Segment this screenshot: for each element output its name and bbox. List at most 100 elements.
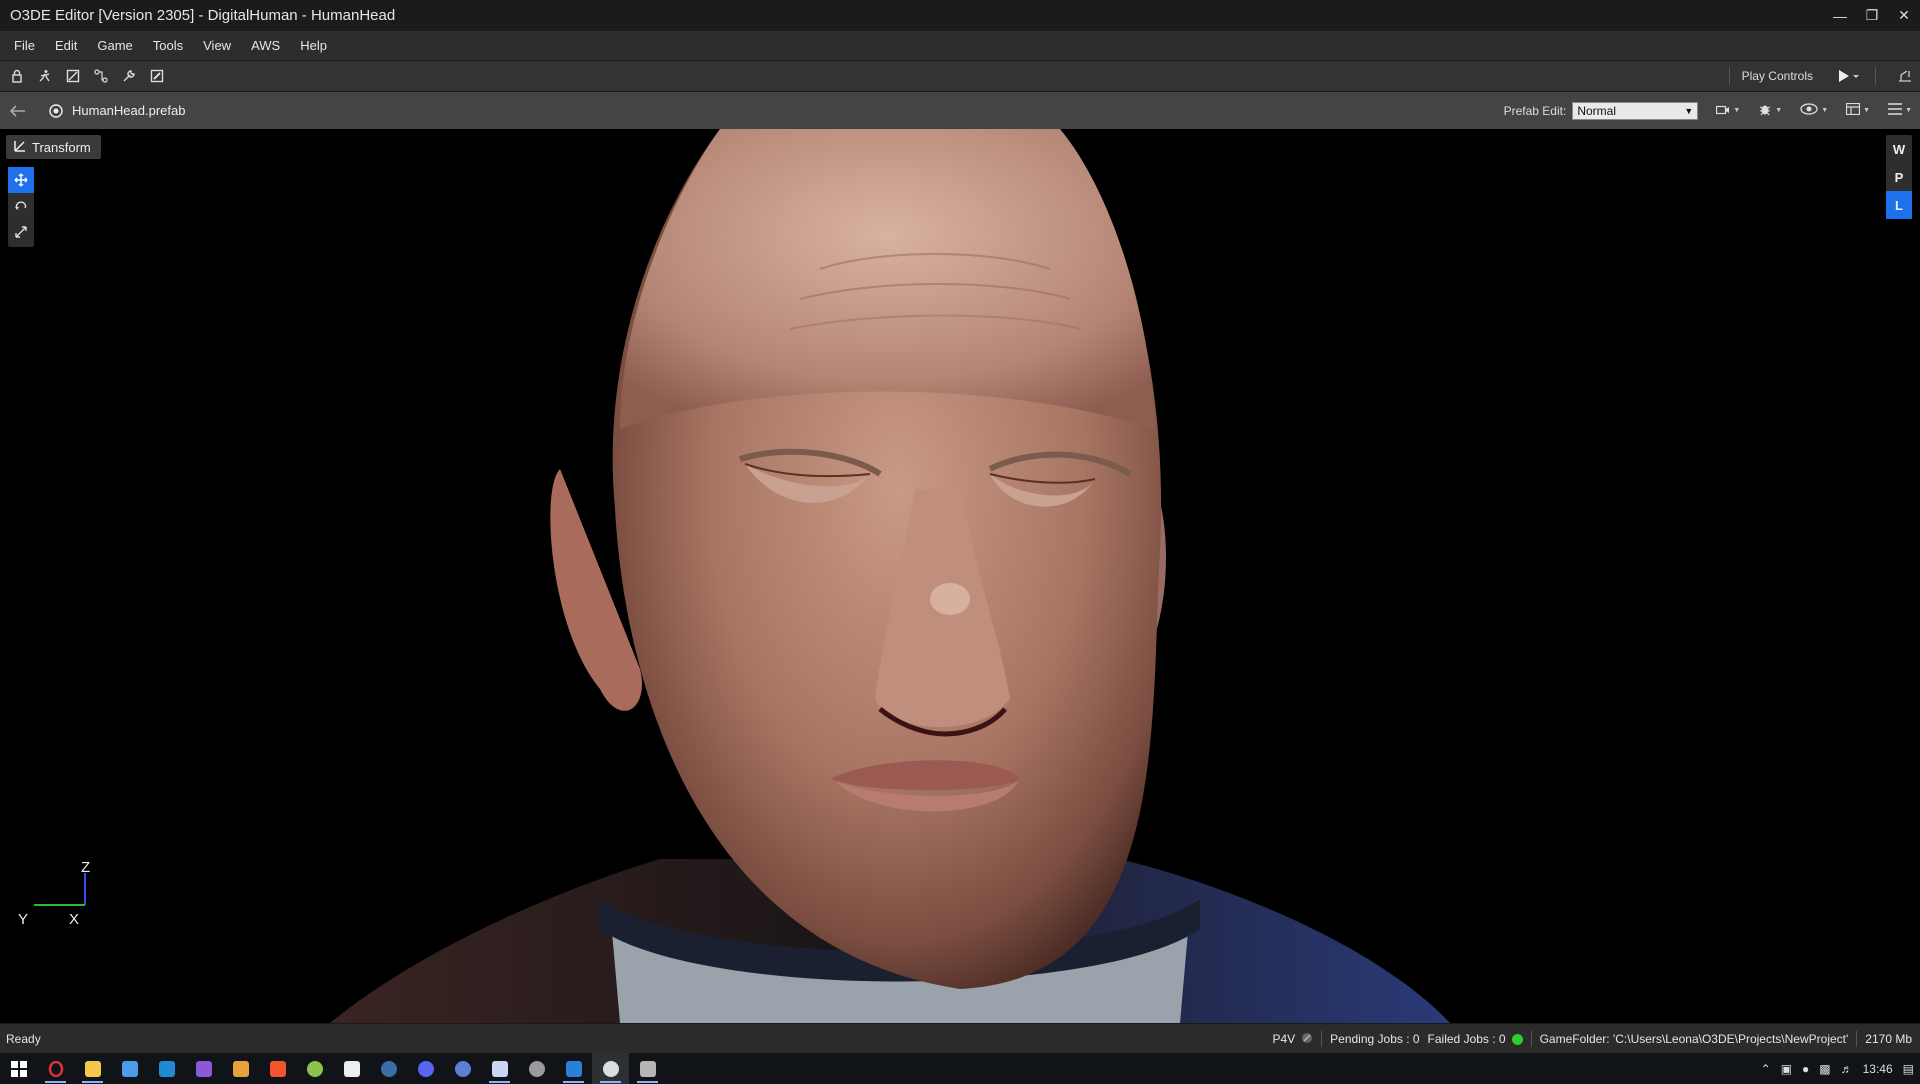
chevron-down-icon: ▼ xyxy=(1684,105,1694,116)
app-blue-icon[interactable] xyxy=(444,1053,481,1084)
status-ready: Ready xyxy=(6,1032,41,1046)
close-icon[interactable]: ✕ xyxy=(1888,0,1920,31)
p4v-label[interactable]: P4V xyxy=(1272,1032,1295,1046)
axis-gizmo: Z Y X xyxy=(14,859,104,931)
visual-studio-icon[interactable] xyxy=(185,1053,222,1084)
axis-y-label: Y xyxy=(18,911,29,928)
prefab-icon xyxy=(48,103,64,119)
human-head-render xyxy=(330,129,1450,1023)
play-controls-label: Play Controls xyxy=(1741,69,1813,83)
paint-icon[interactable] xyxy=(222,1053,259,1084)
move-tool-icon[interactable] xyxy=(8,167,34,193)
brave-icon[interactable] xyxy=(259,1053,296,1084)
visibility-options-button[interactable]: ▼ xyxy=(1800,103,1828,118)
app-green-icon[interactable] xyxy=(296,1053,333,1084)
eye-icon xyxy=(1800,103,1818,118)
menu-tools[interactable]: Tools xyxy=(153,38,183,53)
chevron-down-icon: ▼ xyxy=(1733,107,1741,114)
prefab-edit-value: Normal xyxy=(1577,103,1616,118)
menu-aws[interactable]: AWS xyxy=(251,38,280,53)
status-divider xyxy=(1530,1031,1532,1047)
vscode-icon[interactable] xyxy=(555,1053,592,1084)
failed-jobs: Failed Jobs : 0 xyxy=(1427,1032,1506,1046)
prefab-edit-label: Prefab Edit: xyxy=(1503,103,1567,118)
opera-icon[interactable] xyxy=(37,1053,74,1084)
minimize-icon[interactable]: — xyxy=(1824,0,1856,31)
asset-processor-icon[interactable] xyxy=(629,1053,666,1084)
animation-icon[interactable] xyxy=(34,65,56,87)
notion-icon[interactable] xyxy=(333,1053,370,1084)
parent-space-button[interactable]: P xyxy=(1886,163,1912,191)
axis-x-label: X xyxy=(69,911,80,928)
status-divider xyxy=(1321,1031,1323,1047)
toolbar-divider xyxy=(1875,67,1876,85)
toolbar-divider xyxy=(1728,67,1730,85)
transform-label: Transform xyxy=(32,139,91,155)
microphone-icon[interactable]: ● xyxy=(1802,1062,1809,1076)
world-space-button[interactable]: W xyxy=(1886,135,1912,163)
chevron-down-icon: ▼ xyxy=(1905,107,1912,114)
hamburger-icon xyxy=(1888,103,1903,118)
material-editor-icon[interactable] xyxy=(62,65,84,87)
debug-options-button[interactable]: ▼ xyxy=(1758,102,1782,119)
main-toolbar: Play Controls xyxy=(0,61,1920,92)
tools-icon[interactable] xyxy=(118,65,140,87)
back-arrow-icon[interactable] xyxy=(8,101,28,121)
camera-options-button[interactable]: ▼ xyxy=(1716,103,1740,118)
system-tray: ⌃ ▣ ● ▩ ♬ 13:46 ▤ xyxy=(1761,1053,1914,1084)
prefab-edit-select[interactable]: Normal ▼ xyxy=(1572,101,1699,120)
chevron-up-icon[interactable]: ⌃ xyxy=(1761,1062,1771,1076)
discord-icon[interactable] xyxy=(407,1053,444,1084)
memory-usage: 2170 Mb xyxy=(1865,1032,1912,1046)
monitor-icon[interactable]: ▩ xyxy=(1819,1062,1830,1076)
chevron-down-icon: ▼ xyxy=(1863,107,1871,114)
status-right: P4V Pending Jobs : 0 Failed Jobs : 0 Gam… xyxy=(1272,1024,1912,1054)
transform-icon xyxy=(14,140,26,155)
transform-mode-strip xyxy=(8,167,34,247)
reference-space-strip: W P L xyxy=(1886,135,1912,219)
layout-icon xyxy=(1846,102,1861,118)
os-taskbar: ⌃ ▣ ● ▩ ♬ 13:46 ▤ xyxy=(0,1053,1920,1084)
menu-file[interactable]: File xyxy=(14,38,35,53)
bug-icon xyxy=(1758,102,1772,119)
menu-edit[interactable]: Edit xyxy=(55,38,77,53)
notification-icon[interactable]: ▤ xyxy=(1903,1062,1914,1076)
status-divider xyxy=(1856,1031,1858,1047)
rotate-tool-icon[interactable] xyxy=(8,193,34,219)
edit-document-icon[interactable] xyxy=(146,65,168,87)
document-app-icon[interactable] xyxy=(481,1053,518,1084)
script-canvas-icon[interactable] xyxy=(90,65,112,87)
clock-time[interactable]: 13:46 xyxy=(1863,1062,1893,1076)
layout-options-button[interactable]: ▼ xyxy=(1846,102,1871,118)
menu-view[interactable]: View xyxy=(203,38,231,53)
pending-jobs: Pending Jobs : 0 xyxy=(1330,1032,1420,1046)
camera-icon xyxy=(1716,103,1730,118)
prefab-name[interactable]: HumanHead.prefab xyxy=(72,103,185,118)
play-controls: Play Controls xyxy=(1717,61,1920,91)
menu-game[interactable]: Game xyxy=(97,38,132,53)
app-gray-icon[interactable] xyxy=(518,1053,555,1084)
speaker-icon[interactable]: ♬ xyxy=(1841,1062,1853,1076)
microsoft-store-icon[interactable] xyxy=(111,1053,148,1084)
file-explorer-icon[interactable] xyxy=(74,1053,111,1084)
steam-icon[interactable] xyxy=(370,1053,407,1084)
network-icon[interactable]: ▣ xyxy=(1781,1062,1792,1076)
windows-start-icon[interactable] xyxy=(0,1053,37,1084)
3d-viewport[interactable]: Transform W P L Z Y X xyxy=(0,129,1920,1023)
restore-icon[interactable]: ❐ xyxy=(1856,0,1888,31)
o3de-editor-icon[interactable] xyxy=(592,1053,629,1084)
play-icon[interactable] xyxy=(1833,65,1863,87)
menu-bar: File Edit Game Tools View AWS Help xyxy=(0,31,1920,61)
viewport-options: Prefab Edit: Normal ▼ ▼ ▼ ▼ ▼ ▼ xyxy=(1504,92,1912,129)
axis-z-label: Z xyxy=(81,859,91,876)
lock-icon[interactable] xyxy=(6,65,28,87)
physics-toggle-icon[interactable] xyxy=(1894,65,1916,87)
local-space-button[interactable]: L xyxy=(1886,191,1912,219)
transform-mode-button[interactable]: Transform xyxy=(6,135,101,159)
menu-help[interactable]: Help xyxy=(300,38,327,53)
viewport-menu-button[interactable]: ▼ xyxy=(1888,103,1912,118)
status-bar: Ready P4V Pending Jobs : 0 Failed Jobs :… xyxy=(0,1023,1920,1054)
scale-tool-icon[interactable] xyxy=(8,219,34,245)
prefab-breadcrumb-bar: HumanHead.prefab Prefab Edit: Normal ▼ ▼… xyxy=(0,92,1920,129)
mail-icon[interactable] xyxy=(148,1053,185,1084)
